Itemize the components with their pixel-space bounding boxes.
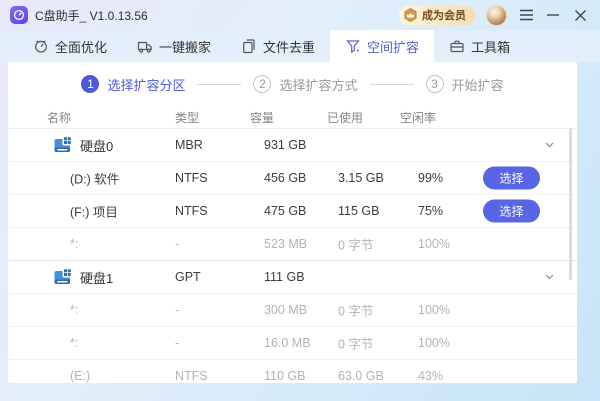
cell-free-rate: 100% <box>418 237 450 251</box>
step-separator <box>370 84 414 85</box>
cell-capacity: 16.0 MB <box>264 336 311 350</box>
partition-name: (E:) <box>70 369 90 383</box>
cell-used: 3.15 GB <box>338 171 384 185</box>
disk-name: 硬盘1 <box>80 268 113 287</box>
close-button[interactable] <box>572 7 588 23</box>
disk-row: 硬盘0 MBR 931 GB <box>8 129 577 162</box>
step-number: 2 <box>253 75 271 93</box>
partition-name: (F:) 项目 <box>70 202 118 221</box>
funnel-icon <box>345 38 361 54</box>
tab-label: 全面优化 <box>55 37 107 56</box>
chevron-down-icon[interactable] <box>544 272 555 283</box>
partition-row: *: - 523 MB 0 字节 100% <box>8 228 577 261</box>
header-name: 名称 <box>47 109 71 126</box>
gauge-icon <box>33 38 49 54</box>
cell-used: 115 GB <box>338 204 379 218</box>
cell-capacity: 931 GB <box>264 138 306 152</box>
partition-name: (D:) 软件 <box>70 169 119 188</box>
select-button[interactable]: 选择 <box>483 200 540 223</box>
header-capacity: 容量 <box>250 109 274 126</box>
disk-row: 硬盘1 GPT 111 GB <box>8 261 577 294</box>
step-number: 3 <box>426 75 444 93</box>
hard-disk-icon <box>53 267 73 287</box>
minimize-button[interactable] <box>545 7 561 23</box>
tab-dedupe[interactable]: 文件去重 <box>226 30 330 62</box>
partition-row: (E:) NTFS 110 GB 63.0 GB 43% <box>8 360 577 383</box>
titlebar-actions: 成为会员 <box>399 5 588 26</box>
header-free-rate: 空闲率 <box>400 109 436 126</box>
tab-label: 一键搬家 <box>159 37 211 56</box>
crown-icon <box>402 7 419 24</box>
step-number: 1 <box>81 75 99 93</box>
tab-label: 文件去重 <box>263 37 315 56</box>
truck-icon <box>137 38 153 54</box>
cell-type: - <box>175 237 179 251</box>
partition-row: *: - 300 MB 0 字节 100% <box>8 294 577 327</box>
header-used: 已使用 <box>327 109 363 126</box>
nav-tabbar: 全面优化 一键搬家 文件去重 空间扩容 工具箱 <box>0 30 600 62</box>
cell-capacity: 110 GB <box>264 369 305 383</box>
step-label: 开始扩容 <box>452 75 504 94</box>
partition-row: *: - 16.0 MB 0 字节 100% <box>8 327 577 360</box>
vertical-scrollbar[interactable] <box>569 128 572 280</box>
app-identity: C盘助手_ V1.0.13.56 <box>10 6 148 24</box>
cell-used: 0 字节 <box>338 235 373 254</box>
cell-capacity: 456 GB <box>264 171 306 185</box>
cell-type: NTFS <box>175 369 208 383</box>
menu-button[interactable] <box>518 7 534 23</box>
app-logo-icon <box>10 6 28 24</box>
step-separator <box>197 84 241 85</box>
partition-row: (D:) 软件 NTFS 456 GB 3.15 GB 99% 选择 <box>8 162 577 195</box>
tab-move[interactable]: 一键搬家 <box>122 30 226 62</box>
step-1-select-partition: 1 选择扩容分区 <box>81 75 185 94</box>
disk-name: 硬盘0 <box>80 136 113 155</box>
partition-row: (F:) 项目 NTFS 475 GB 115 GB 75% 选择 <box>8 195 577 228</box>
hard-disk-icon <box>53 135 73 155</box>
tab-label: 空间扩容 <box>367 37 419 56</box>
expand-panel: 1 选择扩容分区 2 选择扩容方式 3 开始扩容 名称 类型 容量 已使用 空闲… <box>8 62 577 383</box>
cell-used: 63.0 GB <box>338 369 384 383</box>
tab-toolbox[interactable]: 工具箱 <box>434 30 525 62</box>
step-2-select-method: 2 选择扩容方式 <box>253 75 357 94</box>
cell-type: NTFS <box>175 171 208 185</box>
cell-used: 0 字节 <box>338 301 373 320</box>
app-title: C盘助手_ V1.0.13.56 <box>35 7 148 24</box>
chevron-down-icon[interactable] <box>544 140 555 151</box>
cell-capacity: 111 GB <box>264 270 305 284</box>
cell-type: GPT <box>175 270 201 284</box>
cell-type: - <box>175 336 179 350</box>
cell-used: 0 字节 <box>338 334 373 353</box>
cell-free-rate: 75% <box>418 204 443 218</box>
step-label: 选择扩容方式 <box>279 75 357 94</box>
step-label: 选择扩容分区 <box>107 75 185 94</box>
cell-free-rate: 100% <box>418 303 450 317</box>
cell-free-rate: 43% <box>418 369 443 383</box>
cell-capacity: 523 MB <box>264 237 307 251</box>
cell-capacity: 300 MB <box>264 303 307 317</box>
avatar[interactable] <box>486 5 507 26</box>
cell-capacity: 475 GB <box>264 204 306 218</box>
app-window: C盘助手_ V1.0.13.56 成为会员 <box>0 0 600 401</box>
tab-label: 工具箱 <box>471 37 510 56</box>
copy-icon <box>241 38 257 54</box>
titlebar: C盘助手_ V1.0.13.56 成为会员 <box>0 0 600 30</box>
cell-type: MBR <box>175 138 203 152</box>
tab-expand[interactable]: 空间扩容 <box>330 30 434 62</box>
become-member-button[interactable]: 成为会员 <box>399 6 475 25</box>
header-type: 类型 <box>175 109 199 126</box>
partition-name: *: <box>70 336 78 350</box>
tab-optimize[interactable]: 全面优化 <box>18 30 122 62</box>
cell-free-rate: 99% <box>418 171 443 185</box>
wizard-stepper: 1 选择扩容分区 2 选择扩容方式 3 开始扩容 <box>8 62 577 106</box>
step-3-start-expand: 3 开始扩容 <box>426 75 504 94</box>
select-button[interactable]: 选择 <box>483 167 540 190</box>
partition-name: *: <box>70 303 78 317</box>
cell-type: NTFS <box>175 204 208 218</box>
cell-type: - <box>175 303 179 317</box>
cell-free-rate: 100% <box>418 336 450 350</box>
table-header: 名称 类型 容量 已使用 空闲率 <box>8 106 577 129</box>
toolbox-icon <box>449 38 465 54</box>
member-badge-label: 成为会员 <box>422 7 466 23</box>
partition-name: *: <box>70 237 78 251</box>
